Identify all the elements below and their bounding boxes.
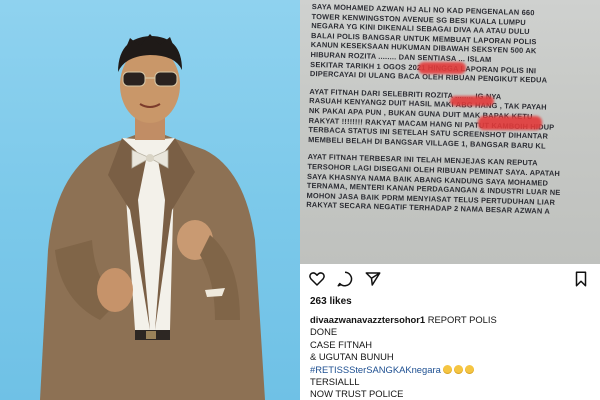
share-icon[interactable] — [364, 270, 382, 288]
caption-line: & UGUTAN BUNUH — [310, 351, 394, 363]
bookmark-icon[interactable] — [572, 270, 590, 288]
police-report-text: SAYA MOHAMED AZWAN HJ ALI NO KAD PENGENA… — [306, 2, 600, 218]
post-action-bar — [300, 268, 600, 292]
comment-icon[interactable] — [336, 270, 354, 288]
redaction-mark — [450, 96, 494, 106]
instagram-post: SAYA MOHAMED AZWAN HJ ALI NO KAD PENGENA… — [300, 0, 600, 400]
caption-hashtag-line: #RETISSSterSANGKAKnegara — [310, 364, 595, 376]
hashtag-link[interactable]: #RETISSSterSANGKAKnegara — [310, 364, 441, 375]
caption-line: TERSIALLL — [310, 376, 360, 388]
caption-first-text: REPORT POLIS — [425, 314, 497, 325]
caption-line: DONE — [310, 326, 338, 338]
redaction-mark — [478, 116, 542, 130]
redaction-mark — [418, 62, 466, 74]
post-caption: divaazwanavazztersohor1 REPORT POLIS DON… — [310, 314, 595, 400]
likes-count[interactable]: 263 likes — [310, 296, 352, 307]
emoji-icon — [442, 364, 452, 374]
police-report-photo: SAYA MOHAMED AZWAN HJ ALI NO KAD PENGENA… — [300, 0, 600, 264]
emoji-icon — [453, 364, 463, 374]
emoji-icon — [464, 364, 474, 374]
post-username[interactable]: divaazwanavazztersohor1 — [310, 314, 425, 325]
celebrity-photo — [0, 0, 300, 400]
man-in-suit-illustration — [40, 34, 265, 400]
collage: SAYA MOHAMED AZWAN HJ ALI NO KAD PENGENA… — [0, 0, 600, 400]
heart-icon[interactable] — [308, 270, 326, 288]
caption-line: NOW TRUST POLICE — [310, 388, 404, 400]
caption-line-1: divaazwanavazztersohor1 REPORT POLIS — [310, 314, 595, 326]
caption-line: CASE FITNAH — [310, 338, 372, 350]
